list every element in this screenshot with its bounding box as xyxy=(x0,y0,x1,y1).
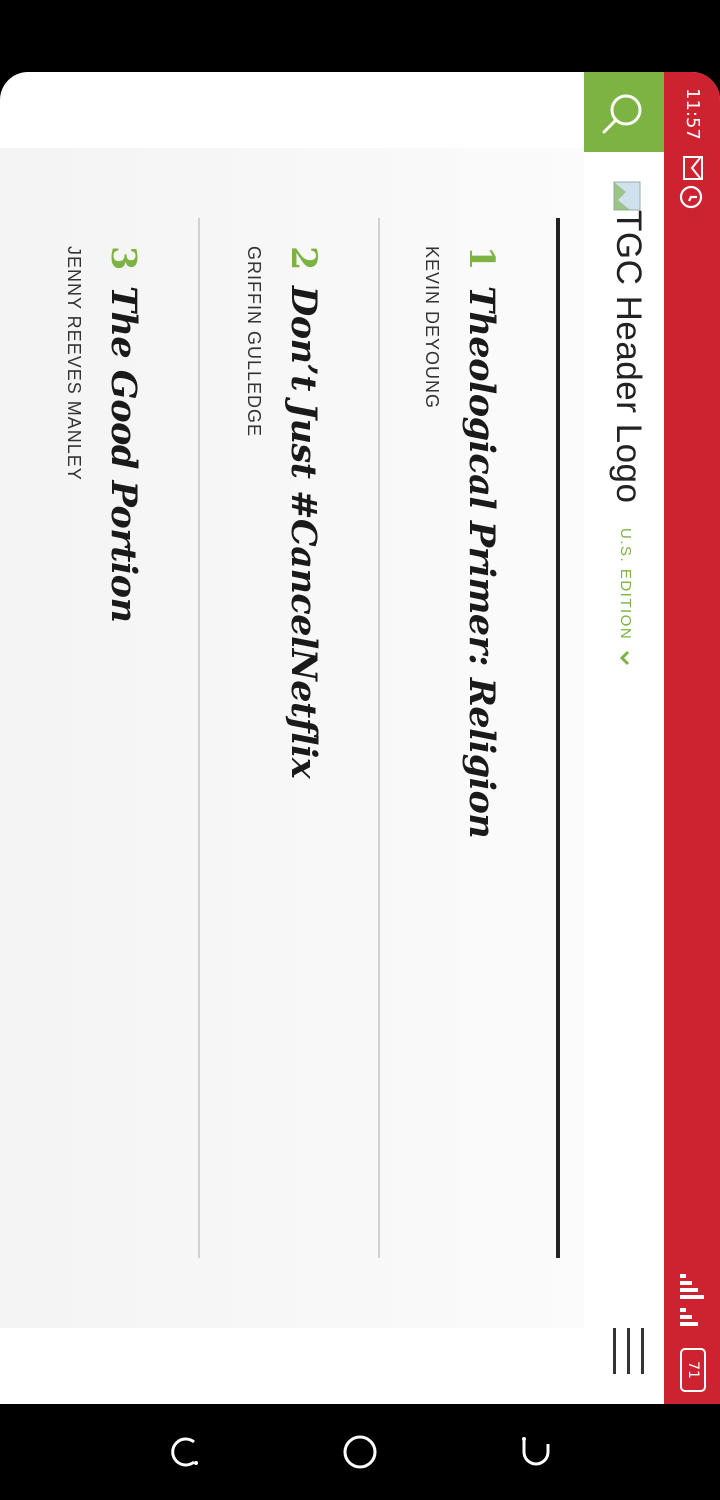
article-author[interactable]: JENNY REEVES MANLEY xyxy=(63,246,84,481)
back-icon[interactable] xyxy=(518,1434,554,1470)
mail-icon xyxy=(683,156,703,180)
article-number: 2 xyxy=(283,246,324,270)
top-black-strip xyxy=(0,0,720,72)
edition-label: U.S. EDITION xyxy=(617,528,634,641)
article-title-text: Theological Primer: Religion xyxy=(461,285,502,839)
article-item[interactable]: 3 The Good Portion JENNY REEVES MANLEY xyxy=(20,218,200,1258)
site-header: TGC Header Logo U.S. EDITION xyxy=(584,72,664,1404)
popular-articles-panel: 1 Theological Primer: Religion KEVIN DEYO… xyxy=(0,148,584,1328)
app-frame: 11:57 71 TGC Header Logo U.S. EDITION 1T… xyxy=(0,72,720,1404)
article-number: 3 xyxy=(103,246,144,270)
alarm-icon xyxy=(679,185,703,209)
status-bar: 11:57 71 xyxy=(664,72,720,1404)
article-list: 1 Theological Primer: Religion KEVIN DEYO… xyxy=(20,218,560,1258)
rotated-viewport: 11:57 71 TGC Header Logo U.S. EDITION 1T… xyxy=(0,72,720,1404)
home-icon[interactable] xyxy=(342,1434,378,1470)
article-item[interactable]: 2 Don’t Just #CancelNetflix GRIFFIN GULLE… xyxy=(200,218,380,1258)
signal-icon xyxy=(680,1274,704,1326)
search-icon xyxy=(602,94,642,134)
battery-icon: 71 xyxy=(680,1348,706,1392)
recent-apps-icon[interactable] xyxy=(166,1434,202,1470)
system-nav-bar xyxy=(0,1404,720,1500)
article-title-text: The Good Portion xyxy=(103,285,144,623)
site-logo[interactable]: TGC Header Logo xyxy=(608,210,648,503)
article-item[interactable]: 1 Theological Primer: Religion KEVIN DEYO… xyxy=(380,218,560,1258)
hamburger-menu-icon xyxy=(641,1328,644,1374)
article-author[interactable]: KEVIN DEYOUNG xyxy=(421,246,442,409)
article-title-text: Don’t Just #CancelNetflix xyxy=(283,285,324,779)
chevron-down-icon xyxy=(620,651,630,666)
battery-level: 71 xyxy=(685,1361,701,1379)
article-title[interactable]: 3 The Good Portion xyxy=(103,246,144,622)
article-author[interactable]: GRIFFIN GULLEDGE xyxy=(243,246,264,437)
status-time: 11:57 xyxy=(682,88,703,140)
article-title[interactable]: 1 Theological Primer: Religion xyxy=(461,246,502,838)
search-button[interactable] xyxy=(584,72,664,152)
article-number: 1 xyxy=(461,246,502,270)
hamburger-menu-button[interactable] xyxy=(604,1328,644,1374)
article-title[interactable]: 2 Don’t Just #CancelNetflix xyxy=(283,246,324,778)
edition-selector[interactable]: U.S. EDITION xyxy=(617,528,634,666)
broken-image-icon xyxy=(613,181,641,211)
